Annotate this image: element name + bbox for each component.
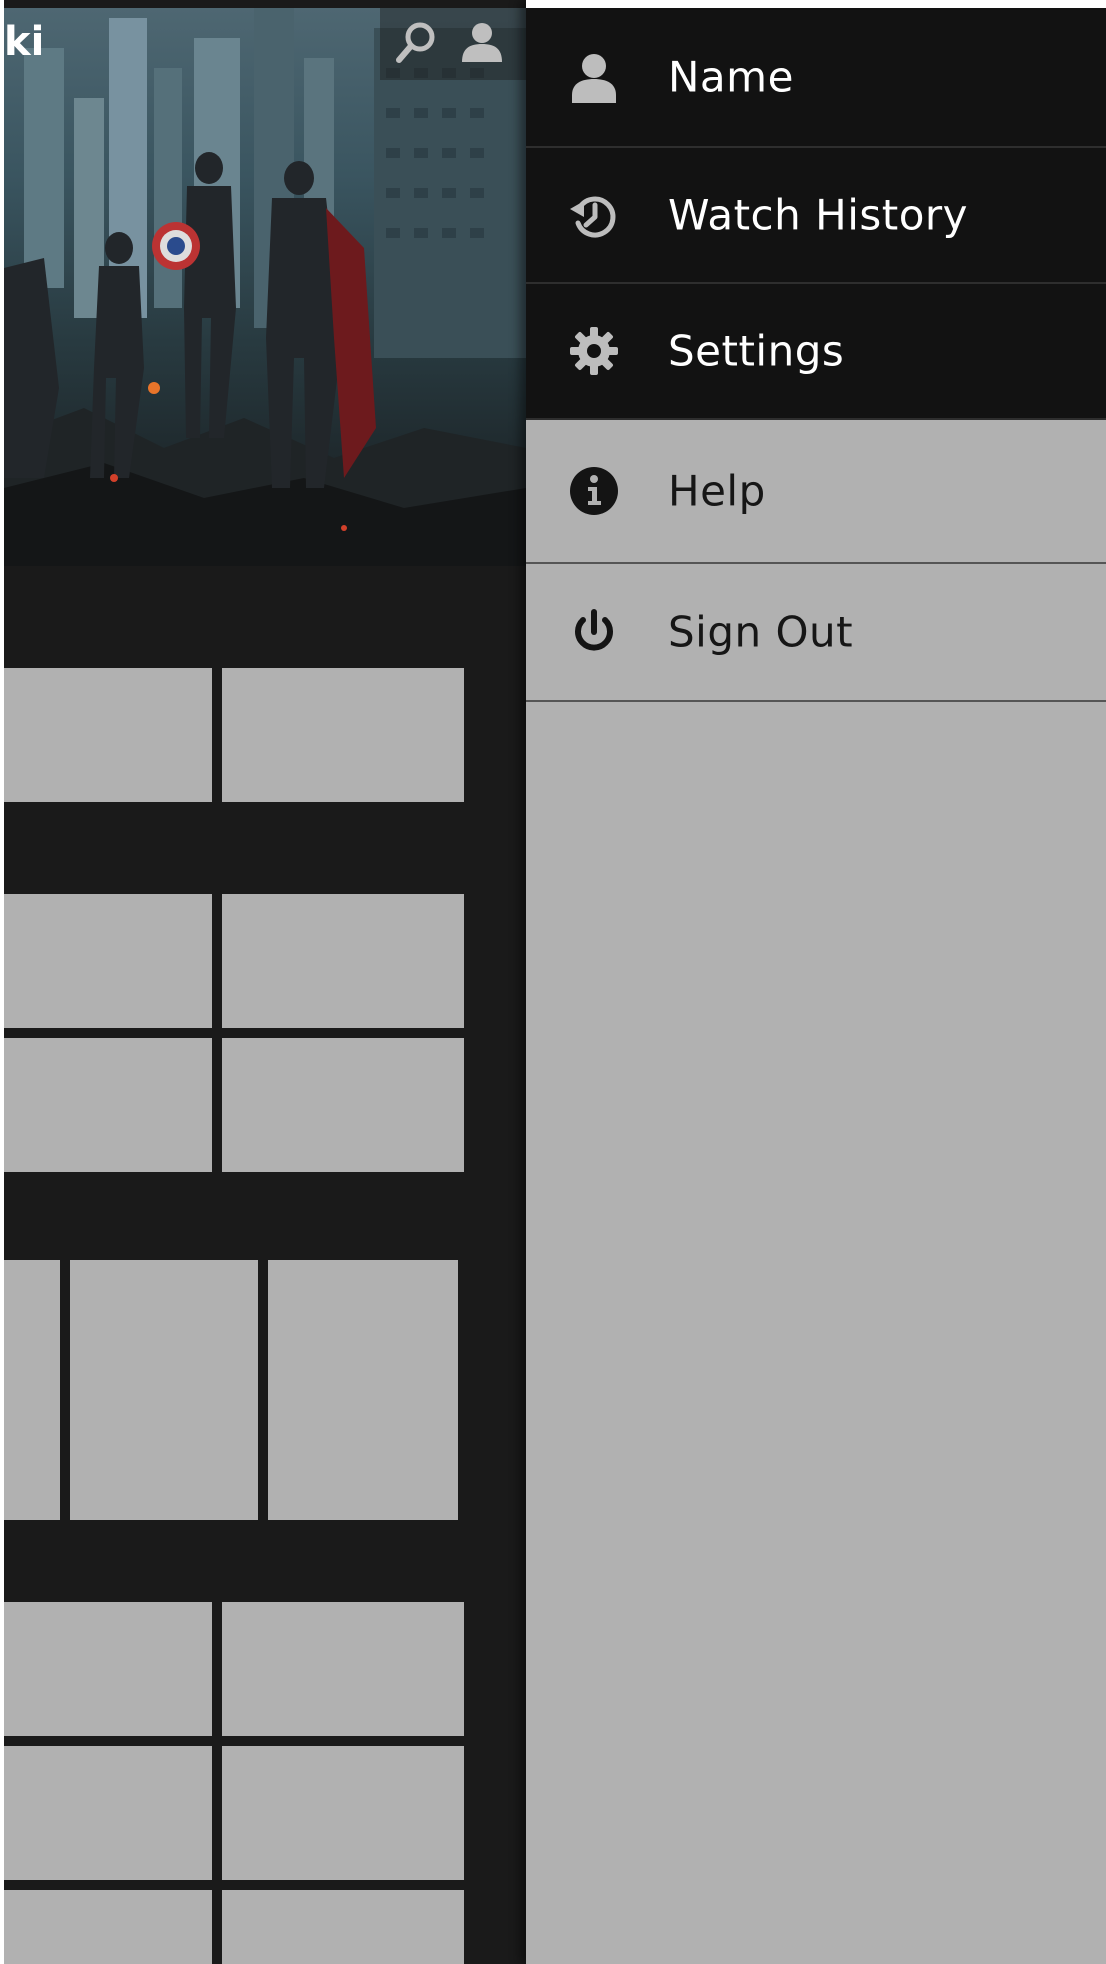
content-tile[interactable]: [222, 1038, 464, 1172]
content-tile[interactable]: [222, 1890, 464, 1964]
user-icon: [566, 49, 622, 105]
navigation-drawer: Name Watch History Settings Help Sign Ou…: [526, 0, 1106, 1964]
content-tile[interactable]: [4, 1260, 60, 1520]
drawer-item-watch-history[interactable]: Watch History: [526, 148, 1106, 284]
hero-artwork: [4, 8, 526, 566]
content-tile[interactable]: [222, 668, 464, 802]
info-icon: [566, 463, 622, 519]
drawer-item-label: Sign Out: [668, 607, 854, 657]
app-screen: ki Name Watch History Settings Help Sign…: [0, 0, 1106, 1964]
power-icon: [566, 604, 622, 660]
app-title-fragment: ki: [4, 19, 45, 65]
status-strip: [526, 0, 1106, 8]
content-tile[interactable]: [4, 1890, 212, 1964]
drawer-item-settings[interactable]: Settings: [526, 284, 1106, 420]
profile-icon[interactable]: [460, 20, 504, 64]
content-tile[interactable]: [4, 1602, 212, 1736]
content-tile[interactable]: [70, 1260, 258, 1520]
content-tile[interactable]: [222, 1746, 464, 1880]
drawer-item-help[interactable]: Help: [526, 420, 1106, 564]
drawer-item-label: Watch History: [668, 190, 969, 240]
content-tile[interactable]: [222, 1602, 464, 1736]
content-tile[interactable]: [222, 894, 464, 1028]
drawer-item-name[interactable]: Name: [526, 8, 1106, 148]
content-tile[interactable]: [4, 894, 212, 1028]
history-icon: [566, 187, 622, 243]
gear-icon: [566, 323, 622, 379]
content-tile[interactable]: [4, 1038, 212, 1172]
hero-banner[interactable]: ki: [4, 8, 526, 566]
search-icon[interactable]: [394, 20, 438, 64]
content-tile[interactable]: [268, 1260, 458, 1520]
header-actions: [380, 8, 526, 80]
drawer-item-label: Name: [668, 52, 794, 102]
drawer-item-sign-out[interactable]: Sign Out: [526, 564, 1106, 702]
content-tile[interactable]: [4, 1746, 212, 1880]
drawer-item-label: Help: [668, 466, 766, 516]
content-tile[interactable]: [4, 668, 212, 802]
drawer-item-label: Settings: [668, 326, 845, 376]
home-content: ki: [4, 0, 526, 1964]
